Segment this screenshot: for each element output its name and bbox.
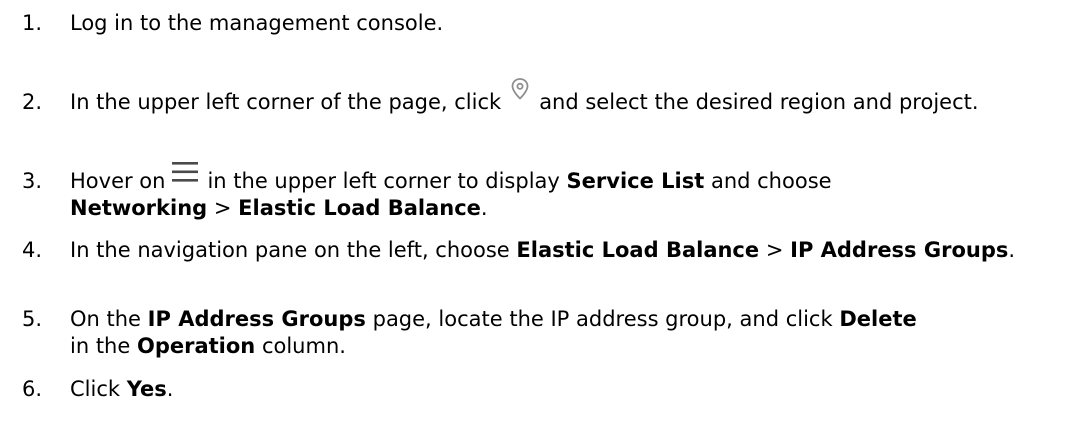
service-list-term: Service List xyxy=(566,169,705,193)
step-text: Click Yes. xyxy=(70,376,1070,403)
step-text: On the IP Address Groups page, locate th… xyxy=(70,306,1070,360)
procedure-steps: 1. Log in to the management console. 2. … xyxy=(0,0,1080,439)
path-separator: > xyxy=(765,238,784,262)
step-6-text: Click xyxy=(70,377,121,401)
yes-term: Yes xyxy=(126,377,167,401)
step-5-text-2: page, locate the IP address group, and c… xyxy=(372,307,833,331)
step-number: 5. xyxy=(22,307,43,331)
step-3-text-choose: and choose xyxy=(710,169,832,193)
period: . xyxy=(480,196,488,220)
step-3-text-mid: in the upper left corner to display xyxy=(207,169,560,193)
period: . xyxy=(166,377,174,401)
menu-icon xyxy=(171,160,199,184)
delete-term: Delete xyxy=(839,307,917,331)
step-5-text-1: On the xyxy=(70,307,141,331)
ip-address-groups-term: IP Address Groups xyxy=(147,307,366,331)
elastic-load-balance-term: Elastic Load Balance xyxy=(516,238,760,262)
step-5-text-3: in the xyxy=(70,334,131,358)
elastic-load-balance-term: Elastic Load Balance xyxy=(238,196,481,220)
step-number: 2. xyxy=(22,90,43,114)
step-2-text-after: and select the desired region and projec… xyxy=(539,90,979,114)
step-text: Hover on in the upper left corner to disp… xyxy=(70,162,1070,222)
step-2-text-before: In the upper left corner of the page, cl… xyxy=(70,90,502,114)
ip-address-groups-term: IP Address Groups xyxy=(790,238,1009,262)
step-number: 3. xyxy=(22,169,43,193)
path-separator: > xyxy=(213,196,232,220)
period: . xyxy=(1008,238,1016,262)
step-3-text-before: Hover on xyxy=(70,169,166,193)
step-number: 6. xyxy=(22,377,43,401)
step-1-text: Log in to the management console. xyxy=(70,11,444,35)
location-pin-icon xyxy=(507,76,533,102)
step-text: In the upper left corner of the page, cl… xyxy=(70,78,1070,116)
step-text: In the navigation pane on the left, choo… xyxy=(70,237,1070,264)
operation-term: Operation xyxy=(136,334,256,358)
step-4-text-before: In the navigation pane on the left, choo… xyxy=(70,238,510,262)
step-5-text-4: column. xyxy=(261,334,346,358)
step-text: Log in to the management console. xyxy=(70,10,1070,37)
step-number: 4. xyxy=(22,238,43,262)
step-number: 1. xyxy=(22,11,43,35)
networking-term: Networking xyxy=(70,196,208,220)
